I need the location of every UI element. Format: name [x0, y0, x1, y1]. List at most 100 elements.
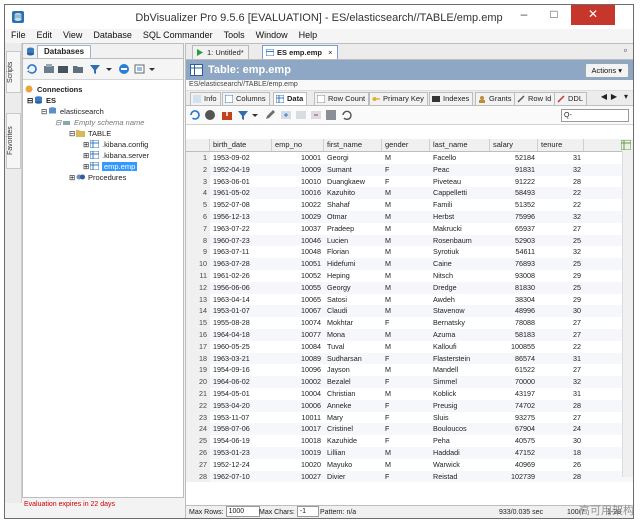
- maximize-button[interactable]: □: [541, 5, 567, 25]
- last-name-cell[interactable]: Warwick: [430, 459, 490, 471]
- close-button[interactable]: ✕: [571, 5, 615, 25]
- birth-date-cell[interactable]: 1952-04-19: [210, 164, 272, 176]
- table-row[interactable]: 20 1964-06-02 10002 Bezalel F Simmel 70000 32: [186, 376, 633, 388]
- filter-icon[interactable]: [89, 63, 101, 75]
- last-name-cell[interactable]: Cappelletti: [430, 187, 490, 199]
- table-row[interactable]: 21 1954-05-01 10004 Christian M Koblick 43197 3…: [186, 387, 633, 400]
- emp-no-cell[interactable]: 10011: [272, 412, 324, 424]
- salary-cell[interactable]: 93008: [490, 270, 538, 282]
- table-row[interactable]: 9 1963-07-11 10048 Florian M Syrotiuk 54611 32: [186, 246, 633, 259]
- birth-date-cell[interactable]: 1961-05-02: [210, 187, 272, 199]
- tab-untitled[interactable]: 1: Untitled*: [192, 45, 249, 59]
- table-row[interactable]: 3 1963-06-01 10010 Duangkaew F Piveteau 91222 2…: [186, 175, 633, 188]
- birth-date-cell[interactable]: 1963-03-21: [210, 353, 272, 365]
- birth-date-cell[interactable]: 1953-01-07: [210, 305, 272, 317]
- gender-cell[interactable]: M: [382, 364, 430, 376]
- column-header-emp-no[interactable]: emp_no: [272, 139, 324, 151]
- menu-file[interactable]: File: [5, 29, 31, 40]
- salary-cell[interactable]: 52903: [490, 235, 538, 247]
- emp-no-cell[interactable]: 10018: [272, 435, 324, 447]
- max-rows-input[interactable]: 1000: [225, 506, 260, 517]
- salary-cell[interactable]: 65937: [490, 223, 538, 235]
- menu-sql-commander[interactable]: SQL Commander: [137, 29, 218, 40]
- salary-cell[interactable]: 74702: [490, 400, 538, 412]
- favorites-tab[interactable]: Favorites: [6, 113, 21, 169]
- first-name-cell[interactable]: Divier: [324, 471, 382, 483]
- scroll-tabs-left-icon[interactable]: ◀: [601, 92, 607, 101]
- birth-date-cell[interactable]: 1952-12-24: [210, 459, 272, 471]
- last-name-cell[interactable]: Stavenow: [430, 305, 490, 317]
- first-name-cell[interactable]: Satosi: [324, 294, 382, 306]
- salary-cell[interactable]: 100855: [490, 341, 538, 353]
- gender-cell[interactable]: M: [382, 341, 430, 353]
- save-icon[interactable]: [325, 109, 337, 121]
- collapse-toggle-icon[interactable]: ⊟: [41, 106, 48, 117]
- edit-icon[interactable]: [264, 109, 276, 121]
- scroll-tabs-right-icon[interactable]: ▶: [611, 92, 617, 101]
- emp-no-cell[interactable]: 10022: [272, 199, 324, 211]
- table-row[interactable]: 17 1960-05-25 10084 Tuval M Kalloufi 100855 22: [186, 340, 633, 353]
- first-name-cell[interactable]: Pradeep: [324, 223, 382, 235]
- refresh-icon[interactable]: [26, 63, 38, 75]
- birth-date-cell[interactable]: 1954-06-19: [210, 435, 272, 447]
- last-name-cell[interactable]: Facello: [430, 152, 490, 164]
- emp-no-cell[interactable]: 10089: [272, 353, 324, 365]
- tree-connection-es[interactable]: ⊟ ES: [27, 95, 56, 106]
- insert-row-icon[interactable]: [280, 109, 292, 121]
- column-header-salary[interactable]: salary: [490, 139, 538, 151]
- tab-row-id[interactable]: Row Id: [514, 92, 556, 105]
- tenure-cell[interactable]: 32: [538, 246, 584, 258]
- table-row[interactable]: 1 1953-09-02 10001 Georgi M Facello 52184 31: [186, 152, 633, 164]
- export-icon[interactable]: [221, 109, 233, 121]
- first-name-cell[interactable]: Cristinel: [324, 423, 382, 435]
- gender-cell[interactable]: M: [382, 459, 430, 471]
- birth-date-cell[interactable]: 1956-12-13: [210, 211, 272, 223]
- last-name-cell[interactable]: Dredge: [430, 282, 490, 294]
- first-name-cell[interactable]: Anneke: [324, 400, 382, 412]
- tenure-cell[interactable]: 26: [538, 459, 584, 471]
- table-row[interactable]: 15 1955-08-28 10074 Mokhtar F Bernatsky 78088 2…: [186, 317, 633, 329]
- tab-columns[interactable]: Columns: [222, 92, 270, 105]
- table-row[interactable]: 22 1953-04-20 10006 Anneke F Preusig 74702 28: [186, 399, 633, 412]
- tenure-cell[interactable]: 30: [538, 305, 584, 317]
- last-name-cell[interactable]: Haddadi: [430, 447, 490, 459]
- tenure-cell[interactable]: 24: [538, 423, 584, 435]
- birth-date-cell[interactable]: 1963-07-22: [210, 223, 272, 235]
- table-row[interactable]: 13 1963-04-14 10065 Satosi M Awdeh 38304 29: [186, 293, 633, 306]
- tenure-cell[interactable]: 27: [538, 223, 584, 235]
- table-row[interactable]: 25 1954-06-19 10018 Kazuhide F Peha 40575 30: [186, 435, 633, 447]
- last-name-cell[interactable]: Flasterstein: [430, 353, 490, 365]
- emp-no-cell[interactable]: 10048: [272, 246, 324, 258]
- emp-no-cell[interactable]: 10009: [272, 164, 324, 176]
- grid-search-input[interactable]: Q-: [561, 109, 629, 122]
- salary-cell[interactable]: 47152: [490, 447, 538, 459]
- actions-dropdown[interactable]: Actions ▾: [584, 63, 629, 78]
- tenure-cell[interactable]: 29: [538, 294, 584, 306]
- emp-no-cell[interactable]: 10027: [272, 471, 324, 483]
- table-row[interactable]: 24 1958-07-06 10017 Cristinel F Bouloucos 6790…: [186, 423, 633, 436]
- last-name-cell[interactable]: Famili: [430, 199, 490, 211]
- first-name-cell[interactable]: Kazuhito: [324, 187, 382, 199]
- gender-cell[interactable]: M: [382, 187, 430, 199]
- table-row[interactable]: 2 1952-04-19 10009 Sumant F Peac 91831 32: [186, 163, 633, 176]
- last-name-cell[interactable]: Piveteau: [430, 176, 490, 188]
- emp-no-cell[interactable]: 10055: [272, 282, 324, 294]
- last-name-cell[interactable]: Awdeh: [430, 294, 490, 306]
- tenure-cell[interactable]: 25: [538, 258, 584, 270]
- tenure-cell[interactable]: 30: [538, 435, 584, 447]
- first-name-cell[interactable]: Claudi: [324, 305, 382, 317]
- table-row[interactable]: 8 1960-07-23 10046 Lucien M Rosenbaum 52903 25: [186, 234, 633, 247]
- tenure-cell[interactable]: 29: [538, 270, 584, 282]
- column-header-first-name[interactable]: first_name: [324, 139, 382, 151]
- scripts-tab[interactable]: Scripts: [6, 51, 21, 93]
- tenure-cell[interactable]: 27: [538, 317, 584, 329]
- first-name-cell[interactable]: Hidefumi: [324, 258, 382, 270]
- gender-cell[interactable]: M: [382, 211, 430, 223]
- last-name-cell[interactable]: Peha: [430, 435, 490, 447]
- birth-date-cell[interactable]: 1963-04-14: [210, 294, 272, 306]
- first-name-cell[interactable]: Georgi: [324, 152, 382, 164]
- table-row[interactable]: 12 1956-06-06 10055 Georgy M Dredge 81830 25: [186, 281, 633, 294]
- gender-cell[interactable]: F: [382, 353, 430, 365]
- gender-cell[interactable]: M: [382, 447, 430, 459]
- menu-database[interactable]: Database: [87, 29, 137, 40]
